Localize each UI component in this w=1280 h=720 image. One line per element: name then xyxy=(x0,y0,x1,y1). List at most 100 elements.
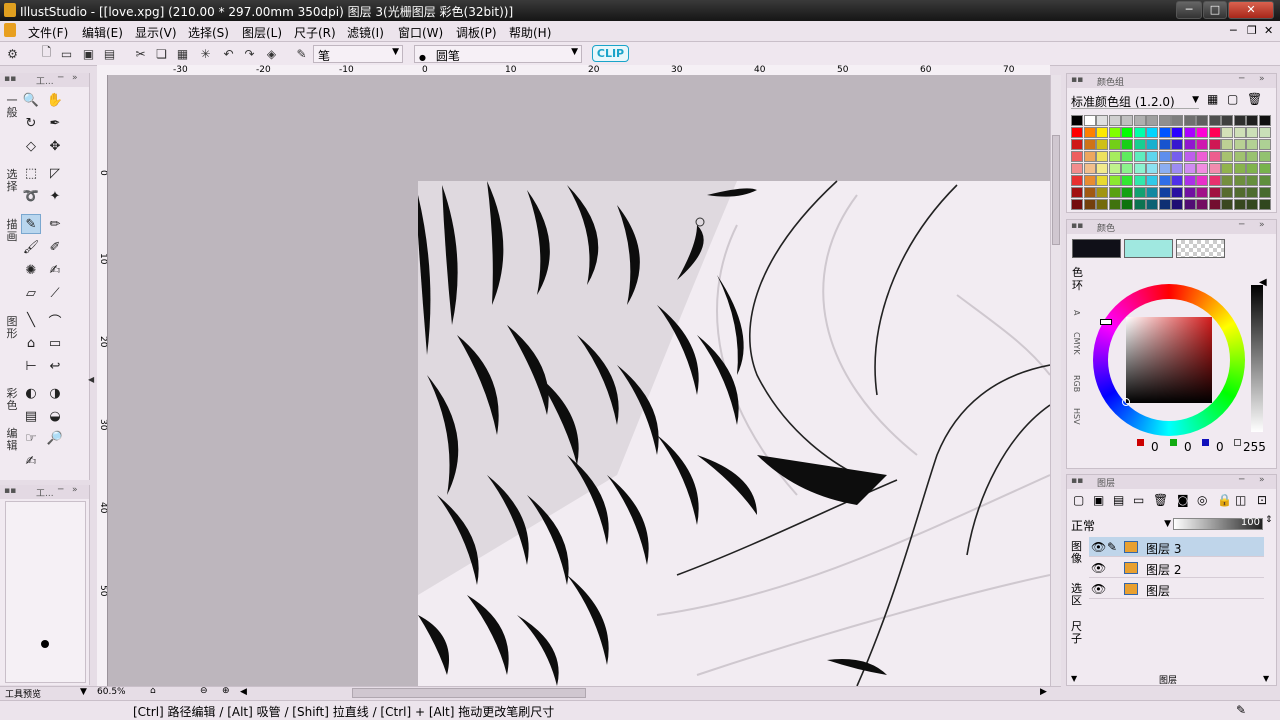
zoom-in-icon[interactable]: ⊕ xyxy=(222,686,230,696)
color-swatch[interactable] xyxy=(1146,151,1158,162)
mode-tab-hsv[interactable]: HSV xyxy=(1072,408,1081,425)
color-swatch[interactable] xyxy=(1183,151,1196,162)
color-swatch[interactable] xyxy=(1196,139,1208,150)
color-swatch[interactable] xyxy=(1183,127,1196,138)
color-swatch[interactable] xyxy=(1108,151,1121,162)
lock-icon[interactable]: 🔒 xyxy=(1217,493,1232,507)
color-swatch[interactable] xyxy=(1246,187,1258,198)
color-swatch[interactable] xyxy=(1121,199,1133,210)
curve-ruler-icon[interactable]: ↩ xyxy=(45,356,65,376)
color-swatch[interactable] xyxy=(1096,199,1108,210)
color-swatch[interactable] xyxy=(1083,175,1096,186)
color-swatch[interactable] xyxy=(1246,175,1258,186)
color-swatch[interactable] xyxy=(1246,151,1258,162)
color-swatch[interactable] xyxy=(1146,199,1158,210)
color-swatch[interactable] xyxy=(1196,187,1208,198)
menu-file[interactable]: 文件(F) xyxy=(28,24,68,41)
doc-close-icon[interactable]: ✕ xyxy=(1264,24,1273,37)
layer-tab-image[interactable]: 图像 xyxy=(1071,541,1083,565)
new-file-icon[interactable]: 🗋 xyxy=(38,45,55,62)
panel-expand-icon[interactable]: » xyxy=(72,73,78,83)
color-swatch[interactable] xyxy=(1183,187,1196,198)
color-swatch[interactable] xyxy=(1083,127,1096,138)
doc-minimize-icon[interactable]: ─ xyxy=(1230,24,1237,37)
tool-select[interactable]: 笔 ▼ xyxy=(313,45,403,63)
color-swatch[interactable] xyxy=(1146,175,1158,186)
layer-row[interactable]: 👁 ✎ 图层 3 xyxy=(1089,537,1264,557)
color-swatch[interactable] xyxy=(1071,115,1083,126)
color-swatch[interactable] xyxy=(1133,163,1146,174)
color-swatch[interactable] xyxy=(1108,163,1121,174)
color-swatch-grid[interactable] xyxy=(1071,115,1276,211)
color-swatch[interactable] xyxy=(1246,199,1258,210)
color-swatch[interactable] xyxy=(1158,127,1171,138)
color-swatch[interactable] xyxy=(1196,115,1208,126)
polyline-tool-icon[interactable]: ⌂ xyxy=(21,333,41,353)
color-swatch[interactable] xyxy=(1108,199,1121,210)
menu-filter[interactable]: 滤镜(I) xyxy=(347,24,384,41)
hue-marker[interactable] xyxy=(1100,319,1112,325)
brush-select[interactable]: ● 圆笔 ▼ xyxy=(414,45,582,63)
zoom-level[interactable]: 60.5% xyxy=(97,687,126,697)
color-swatch[interactable] xyxy=(1183,139,1196,150)
color-swatch[interactable] xyxy=(1071,199,1083,210)
palette-add-icon[interactable]: ▦ xyxy=(1207,92,1218,106)
color-swatch[interactable] xyxy=(1146,163,1158,174)
palette-edit-icon[interactable]: ▢ xyxy=(1227,92,1238,106)
panel-expand-icon[interactable]: » xyxy=(1259,74,1265,84)
color-swatch[interactable] xyxy=(1171,187,1183,198)
new-vector-layer-icon[interactable]: ▣ xyxy=(1093,493,1104,507)
opacity-slider[interactable]: 100 xyxy=(1173,517,1263,530)
color-swatch[interactable] xyxy=(1233,175,1246,186)
color-swatch[interactable] xyxy=(1146,127,1158,138)
panel-expand-icon[interactable]: » xyxy=(1259,475,1265,485)
color-swatch[interactable] xyxy=(1071,139,1083,150)
color-swatch[interactable] xyxy=(1183,175,1196,186)
sv-marker[interactable] xyxy=(1122,398,1130,406)
layer-mask-icon[interactable]: ◙ xyxy=(1177,493,1189,507)
color-swatch[interactable] xyxy=(1096,175,1108,186)
color-swatch[interactable] xyxy=(1108,187,1121,198)
save-icon[interactable]: ▣ xyxy=(80,45,97,62)
color-swatch[interactable] xyxy=(1208,127,1221,138)
color-swatch[interactable] xyxy=(1221,115,1233,126)
poly-select-icon[interactable]: ◸ xyxy=(45,163,65,183)
color-swatch[interactable] xyxy=(1071,127,1083,138)
chevron-down-icon[interactable]: ▼ xyxy=(80,687,87,697)
color-ring-tab[interactable]: 色环 xyxy=(1072,266,1084,292)
panel-min-icon[interactable]: ─ xyxy=(58,485,63,495)
menu-select[interactable]: 选择(S) xyxy=(188,24,229,41)
alpha-slider[interactable] xyxy=(1251,285,1263,432)
cat-color[interactable]: 彩色 xyxy=(4,388,20,412)
color-swatch[interactable] xyxy=(1108,127,1121,138)
color-swatch[interactable] xyxy=(1196,151,1208,162)
color-swatch[interactable] xyxy=(1221,187,1233,198)
color-swatch[interactable] xyxy=(1133,127,1146,138)
undo-icon[interactable]: ↶ xyxy=(220,45,237,62)
color-swatch[interactable] xyxy=(1258,163,1271,174)
color-swatch[interactable] xyxy=(1071,151,1083,162)
move-tool-icon[interactable]: ✥ xyxy=(45,136,65,156)
color-swatch[interactable] xyxy=(1133,139,1146,150)
layer-folder-icon[interactable]: ▭ xyxy=(1133,493,1144,507)
menu-layer[interactable]: 图层(L) xyxy=(242,24,282,41)
color-swatch[interactable] xyxy=(1221,199,1233,210)
copy-icon[interactable]: ❏ xyxy=(153,45,170,62)
color-swatch[interactable] xyxy=(1083,199,1096,210)
eyedropper-tool-icon[interactable]: ✒ xyxy=(45,113,65,133)
doc-restore-icon[interactable]: ❐ xyxy=(1247,24,1257,37)
zoom-tool-icon[interactable]: 🔍 xyxy=(21,90,41,110)
color-swatch[interactable] xyxy=(1196,199,1208,210)
zoom-out-icon[interactable]: ⊖ xyxy=(200,686,208,696)
color-swatch[interactable] xyxy=(1158,115,1171,126)
color-swatch[interactable] xyxy=(1158,163,1171,174)
color-swatch[interactable] xyxy=(1258,115,1271,126)
color-swatch[interactable] xyxy=(1183,115,1196,126)
rectangle-tool-icon[interactable]: ▭ xyxy=(45,333,65,353)
paint-brush-icon[interactable]: ✍ xyxy=(45,260,65,280)
color-swatch[interactable] xyxy=(1258,139,1271,150)
panel-min-icon[interactable]: ─ xyxy=(1239,220,1244,230)
scroll-right-icon[interactable]: ▶ xyxy=(1040,687,1047,697)
layer-row[interactable]: 👁 图层 2 xyxy=(1089,558,1264,578)
menu-help[interactable]: 帮助(H) xyxy=(509,24,551,41)
